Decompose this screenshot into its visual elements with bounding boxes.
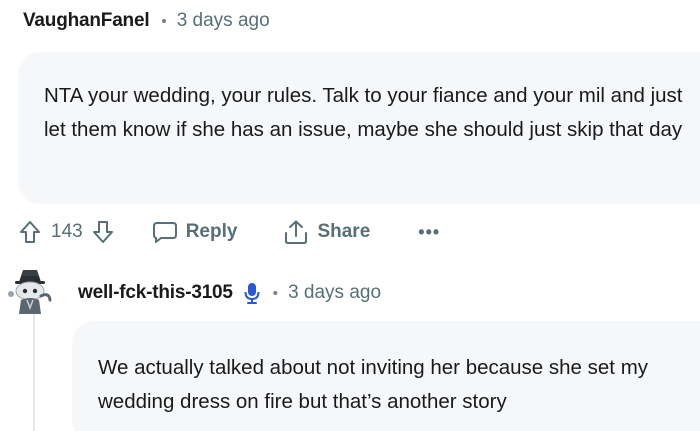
reply-label: Reply <box>185 221 238 242</box>
comment-author[interactable]: VaughanFanel <box>23 10 150 32</box>
reply-button[interactable]: Reply <box>152 220 238 244</box>
comment-header: well-fck-this-3105 • 3 days ago <box>78 280 381 306</box>
arrow-down-outline-icon <box>92 221 113 243</box>
comment-body-text: NTA your wedding, your rules. Talk to yo… <box>44 84 683 141</box>
share-label: Share <box>317 221 371 242</box>
snoo-avatar-icon <box>8 270 52 314</box>
upvote-button[interactable] <box>19 220 41 244</box>
separator-dot: • <box>272 284 279 302</box>
ellipsis-icon: ••• <box>418 221 441 242</box>
more-options-button[interactable]: ••• <box>418 222 440 243</box>
share-button[interactable]: Share <box>283 219 370 245</box>
avatar[interactable] <box>3 262 57 316</box>
share-upload-icon <box>285 220 308 244</box>
separator-dot: • <box>161 12 167 30</box>
thread-connector-line[interactable] <box>33 310 35 431</box>
comment-timestamp[interactable]: 3 days ago <box>288 282 381 304</box>
vote-count: 143 <box>51 221 83 242</box>
comment-body-bubble: We actually talked about not inviting he… <box>72 321 700 431</box>
comment-body-bubble: NTA your wedding, your rules. Talk to yo… <box>18 52 700 204</box>
comment-body-text: We actually talked about not inviting he… <box>98 356 649 413</box>
comment-author[interactable]: well-fck-this-3105 <box>78 282 233 304</box>
comment-header: VaughanFanel • 3 days ago <box>23 8 270 34</box>
speech-bubble-icon <box>152 222 177 243</box>
microphone-icon <box>243 281 261 305</box>
comment-timestamp[interactable]: 3 days ago <box>177 10 270 32</box>
comment-thread: VaughanFanel • 3 days ago NTA your weddi… <box>0 0 700 431</box>
downvote-button[interactable] <box>92 220 114 244</box>
arrow-up-outline-icon <box>20 221 40 243</box>
comment-actions: 143 Reply Share ••• <box>19 214 440 250</box>
